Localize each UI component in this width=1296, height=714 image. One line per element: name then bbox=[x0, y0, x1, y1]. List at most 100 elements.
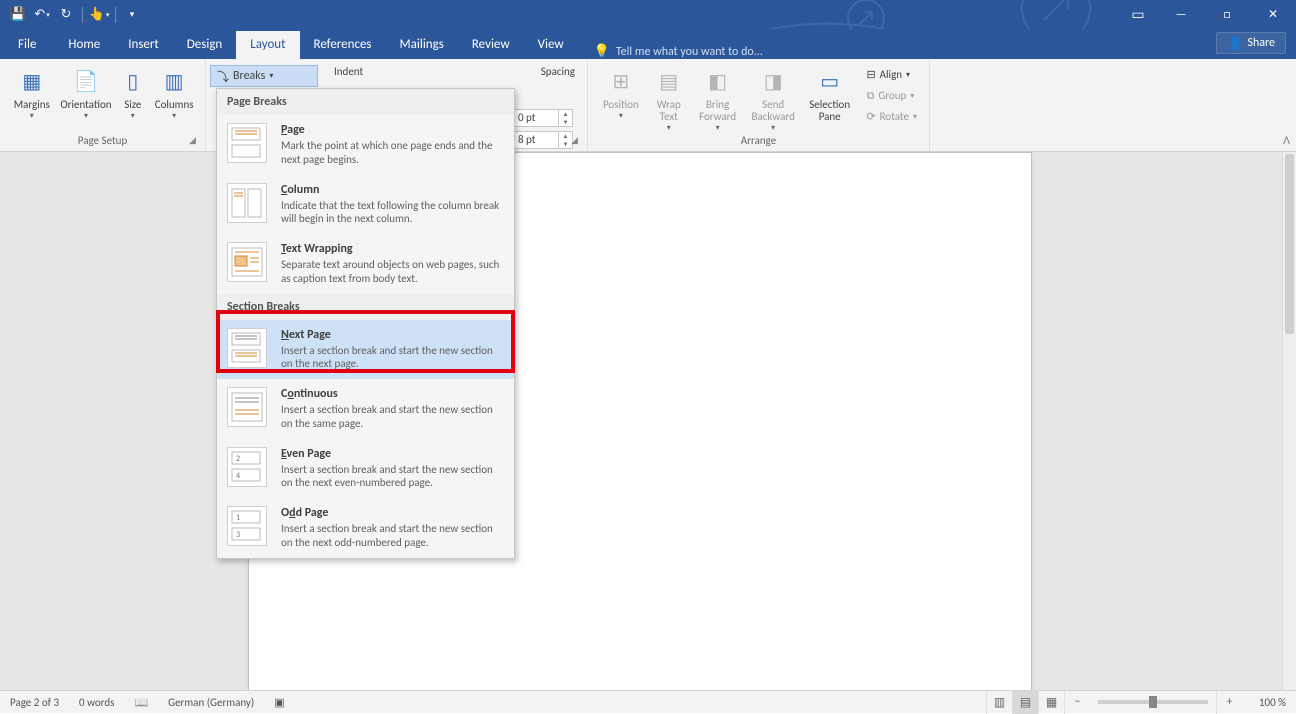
print-layout-button[interactable]: ▤ bbox=[1012, 691, 1038, 714]
wrap-text-icon: ▤ bbox=[653, 65, 685, 97]
breaks-item-title: Column bbox=[281, 183, 502, 197]
web-layout-button[interactable]: ▦ bbox=[1038, 691, 1064, 714]
size-button[interactable]: ▯ Size ▾ bbox=[116, 63, 149, 121]
columns-label: Columns bbox=[155, 99, 194, 111]
tab-mailings[interactable]: Mailings bbox=[386, 31, 458, 59]
continuous-section-icon bbox=[227, 387, 267, 427]
spacing-after-value: 8 pt bbox=[514, 132, 558, 148]
status-bar: Page 2 of 3 0 words 📖 German (Germany) ▣… bbox=[0, 690, 1296, 713]
ribbon: ▦ Margins ▾ 📄 Orientation ▾ ▯ Size ▾ ▥ C… bbox=[0, 59, 1296, 152]
ribbon-tabstrip: File Home Insert Design Layout Reference… bbox=[0, 29, 1296, 59]
minimize-button[interactable]: — bbox=[1158, 0, 1204, 29]
group-button: ⧉Group▾ bbox=[862, 86, 921, 105]
page-setup-dialog-launcher-icon[interactable]: ◢ bbox=[189, 135, 201, 147]
breaks-item-column[interactable]: ColumnIndicate that the text following t… bbox=[217, 175, 514, 235]
zoom-in-button[interactable]: + bbox=[1216, 691, 1242, 714]
qat-customize-icon[interactable]: ▾ bbox=[122, 5, 142, 25]
tab-review[interactable]: Review bbox=[458, 31, 524, 59]
position-button: ⊞ Position ▾ bbox=[596, 63, 646, 121]
proofing-icon[interactable]: 📖 bbox=[124, 696, 158, 709]
zoom-slider-knob[interactable] bbox=[1149, 696, 1157, 708]
breaks-button[interactable]: ⤵ Breaks ▾ bbox=[210, 65, 318, 87]
orientation-label: Orientation bbox=[60, 99, 111, 111]
breaks-label: Breaks bbox=[233, 69, 265, 83]
size-icon: ▯ bbox=[117, 65, 149, 97]
undo-icon[interactable]: ↶▾ bbox=[32, 5, 52, 25]
touch-mode-icon[interactable]: 👆▾ bbox=[89, 5, 109, 25]
tab-layout[interactable]: Layout bbox=[236, 31, 299, 59]
svg-text:3: 3 bbox=[236, 530, 240, 540]
breaks-item-desc: Insert a section break and start the new… bbox=[281, 403, 502, 431]
close-button[interactable]: ✕ bbox=[1250, 0, 1296, 29]
restore-button[interactable]: □ bbox=[1204, 0, 1250, 29]
chevron-down-icon: ▾ bbox=[906, 70, 910, 80]
zoom-slider[interactable] bbox=[1098, 700, 1208, 704]
svg-text:1: 1 bbox=[236, 513, 240, 523]
group-page-setup: ▦ Margins ▾ 📄 Orientation ▾ ▯ Size ▾ ▥ C… bbox=[0, 59, 206, 151]
breaks-item-title: Odd Page bbox=[281, 506, 502, 520]
page-break-icon bbox=[227, 123, 267, 163]
breaks-item-text-wrapping[interactable]: Text WrappingSeparate text around object… bbox=[217, 234, 514, 294]
redo-icon[interactable]: ↻ bbox=[56, 5, 76, 25]
breaks-item-even-page[interactable]: 24 Even PageInsert a section break and s… bbox=[217, 439, 514, 499]
paragraph-dialog-launcher-icon[interactable]: ◢ bbox=[571, 135, 583, 147]
svg-text:4: 4 bbox=[236, 471, 240, 481]
tab-file[interactable]: File bbox=[0, 31, 54, 59]
align-button[interactable]: ⊟Align▾ bbox=[862, 65, 921, 84]
margins-button[interactable]: ▦ Margins ▾ bbox=[8, 63, 56, 121]
chevron-down-icon: ▾ bbox=[131, 111, 135, 121]
align-icon: ⊟ bbox=[866, 68, 875, 81]
share-icon: 👤 bbox=[1227, 36, 1242, 51]
breaks-item-continuous[interactable]: ContinuousInsert a section break and sta… bbox=[217, 379, 514, 439]
send-backward-button: ◨ SendBackward ▾ bbox=[745, 63, 800, 133]
chevron-down-icon: ▾ bbox=[619, 111, 623, 121]
read-mode-button[interactable]: ▥ bbox=[986, 691, 1012, 714]
tab-design[interactable]: Design bbox=[173, 31, 236, 59]
columns-button[interactable]: ▥ Columns ▾ bbox=[151, 63, 197, 121]
vertical-scrollbar[interactable] bbox=[1282, 152, 1296, 690]
breaks-item-page[interactable]: PageMark the point at which one page end… bbox=[217, 115, 514, 175]
tell-me-search[interactable]: 💡 Tell me what you want to do... bbox=[586, 44, 771, 59]
window-controls: ▭ — □ ✕ bbox=[1118, 0, 1296, 29]
breaks-item-odd-page[interactable]: 1 3 Odd Page Insert a section break and st… bbox=[217, 498, 514, 558]
group-label-arrange: Arrange bbox=[596, 134, 921, 149]
spin-down-icon[interactable]: ▼ bbox=[559, 118, 572, 126]
spin-up-icon[interactable]: ▲ bbox=[559, 110, 572, 118]
ribbon-options-button[interactable]: ▭ bbox=[1118, 0, 1158, 29]
selection-pane-button[interactable]: ▭ SelectionPane bbox=[803, 63, 857, 123]
tab-insert[interactable]: Insert bbox=[114, 31, 173, 59]
chevron-down-icon: ▾ bbox=[716, 123, 720, 133]
status-page[interactable]: Page 2 of 3 bbox=[0, 696, 69, 709]
macro-record-icon[interactable]: ▣ bbox=[264, 696, 294, 709]
orientation-button[interactable]: 📄 Orientation ▾ bbox=[58, 63, 115, 121]
collapse-ribbon-icon[interactable]: ᐱ bbox=[1283, 134, 1290, 147]
status-words[interactable]: 0 words bbox=[69, 696, 124, 709]
save-icon[interactable]: 💾 bbox=[8, 5, 28, 25]
bring-forward-label: BringForward bbox=[699, 99, 736, 123]
breaks-header-page: Page Breaks bbox=[217, 89, 514, 115]
tab-references[interactable]: References bbox=[300, 31, 386, 59]
titlebar: 💾 ↶▾ ↻ 👆▾ ▾ ▭ — □ ✕ bbox=[0, 0, 1296, 29]
size-label: Size bbox=[124, 99, 141, 111]
columns-icon: ▥ bbox=[158, 65, 190, 97]
chevron-down-icon: ▾ bbox=[771, 123, 775, 133]
zoom-level[interactable]: 100 % bbox=[1242, 696, 1296, 709]
breaks-dropdown-menu: Page Breaks PageMark the point at which … bbox=[216, 88, 515, 559]
zoom-out-button[interactable]: − bbox=[1064, 691, 1090, 714]
breaks-header-section: Section Breaks bbox=[217, 294, 514, 320]
share-label: Share bbox=[1247, 36, 1275, 50]
document-area[interactable] bbox=[0, 152, 1282, 690]
breaks-item-next-page[interactable]: Next PageInsert a section break and star… bbox=[217, 320, 514, 380]
chevron-down-icon: ▾ bbox=[910, 91, 914, 101]
tab-view[interactable]: View bbox=[524, 31, 578, 59]
status-language[interactable]: German (Germany) bbox=[158, 696, 264, 709]
spacing-after-input[interactable]: 8 pt ▲▼ bbox=[513, 131, 573, 149]
rotate-icon: ⟳ bbox=[866, 110, 875, 123]
breaks-item-desc: Insert a section break and start the new… bbox=[281, 522, 502, 550]
tab-home[interactable]: Home bbox=[54, 31, 114, 59]
selection-pane-label: SelectionPane bbox=[809, 99, 850, 123]
spacing-before-input[interactable]: 0 pt ▲▼ bbox=[513, 109, 573, 127]
scrollbar-thumb[interactable] bbox=[1285, 154, 1294, 334]
chevron-down-icon: ▾ bbox=[172, 111, 176, 121]
share-button[interactable]: 👤 Share bbox=[1216, 32, 1286, 54]
